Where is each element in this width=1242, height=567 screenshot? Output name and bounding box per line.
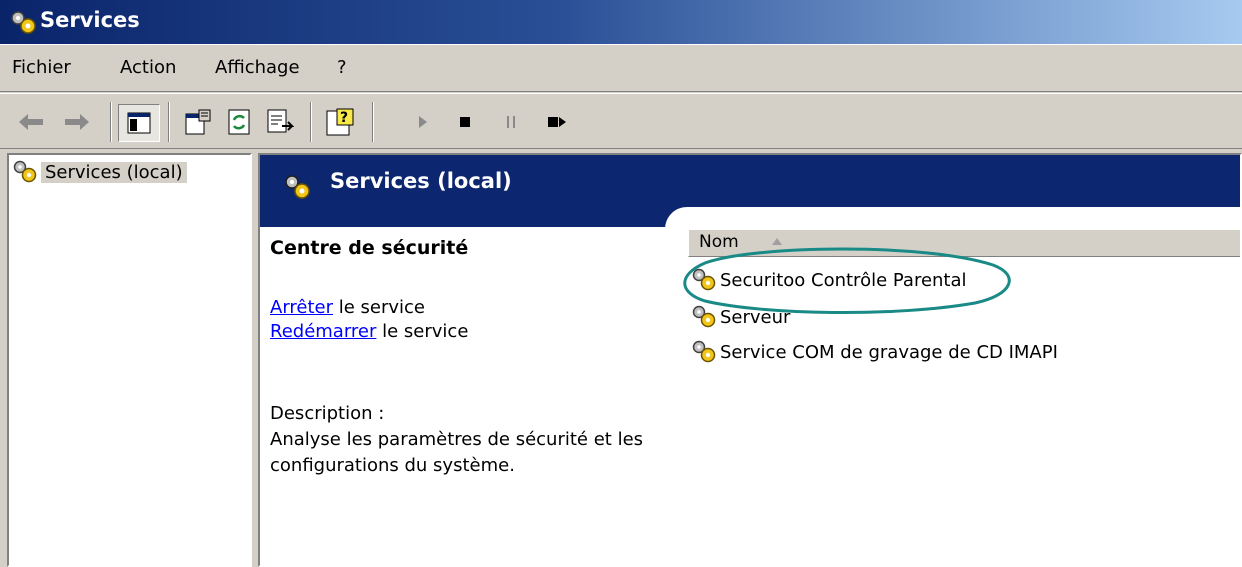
description-label: Description :	[270, 403, 385, 424]
restart-service-line: Redémarrer le service	[270, 321, 468, 342]
description-text: Analyse les paramètres de sécurité et le…	[270, 429, 644, 476]
help-button[interactable]: ?	[320, 104, 360, 140]
back-button[interactable]	[14, 104, 48, 140]
help-icon: ?	[326, 108, 354, 136]
export-list-button[interactable]	[262, 104, 298, 140]
toolbar-separator	[168, 102, 170, 142]
forward-icon	[65, 114, 89, 130]
menu-action[interactable]: Action	[120, 57, 176, 78]
menu-fichier[interactable]: Fichier	[12, 57, 71, 78]
services-gear-icon	[13, 160, 37, 183]
services-gear-icon	[285, 175, 310, 199]
tree-item-services-local[interactable]: Services (local)	[11, 159, 187, 185]
show-hide-tree-icon	[127, 112, 151, 134]
tree-pane[interactable]: Services (local)	[7, 153, 252, 567]
title-bar[interactable]: Services	[0, 0, 1242, 44]
start-service-button[interactable]	[410, 104, 436, 140]
pause-service-icon	[507, 116, 515, 128]
toolbar-separator	[110, 102, 112, 142]
toolbar-separator	[372, 102, 374, 142]
stop-service-suffix: le service	[333, 297, 426, 318]
properties-button[interactable]	[180, 104, 216, 140]
restart-service-link[interactable]: Redémarrer	[270, 321, 376, 342]
tree-item-label: Services (local)	[41, 161, 187, 183]
highlight-ellipse	[683, 247, 1011, 315]
pause-service-button[interactable]	[498, 104, 524, 140]
restart-service-suffix: le service	[376, 321, 469, 342]
content-pane: Services (local) Centre de sécurité Arrê…	[258, 153, 1242, 567]
start-service-icon	[419, 116, 427, 128]
svg-text:?: ?	[340, 110, 348, 126]
stop-service-line: Arrêter le service	[270, 297, 425, 318]
restart-service-icon	[548, 117, 566, 127]
menu-help[interactable]: ?	[337, 57, 347, 78]
content-header-title: Services (local)	[330, 169, 512, 193]
forward-button[interactable]	[60, 104, 94, 140]
toolbar-separator	[310, 102, 312, 142]
menu-bar: Fichier Action Affichage ?	[0, 44, 1242, 92]
stop-service-link[interactable]: Arrêter	[270, 297, 333, 318]
window-title: Services	[40, 8, 140, 32]
menu-affichage[interactable]: Affichage	[215, 57, 300, 78]
export-list-icon	[267, 109, 294, 133]
refresh-icon	[228, 109, 250, 135]
selected-service-name: Centre de sécurité	[270, 237, 469, 259]
services-gear-icon	[11, 11, 36, 34]
stop-service-button[interactable]	[452, 104, 478, 140]
show-hide-tree-button[interactable]	[118, 104, 160, 142]
service-row-name: Service COM de gravage de CD IMAPI	[720, 341, 1058, 363]
toolbar: ?	[0, 93, 1242, 149]
service-row[interactable]: Service COM de gravage de CD IMAPI	[690, 337, 1058, 367]
restart-service-button[interactable]	[542, 104, 572, 140]
refresh-button[interactable]	[222, 104, 258, 140]
properties-icon	[185, 109, 211, 135]
stop-service-icon	[460, 117, 470, 127]
back-icon	[19, 114, 43, 130]
service-gear-icon	[692, 340, 716, 363]
